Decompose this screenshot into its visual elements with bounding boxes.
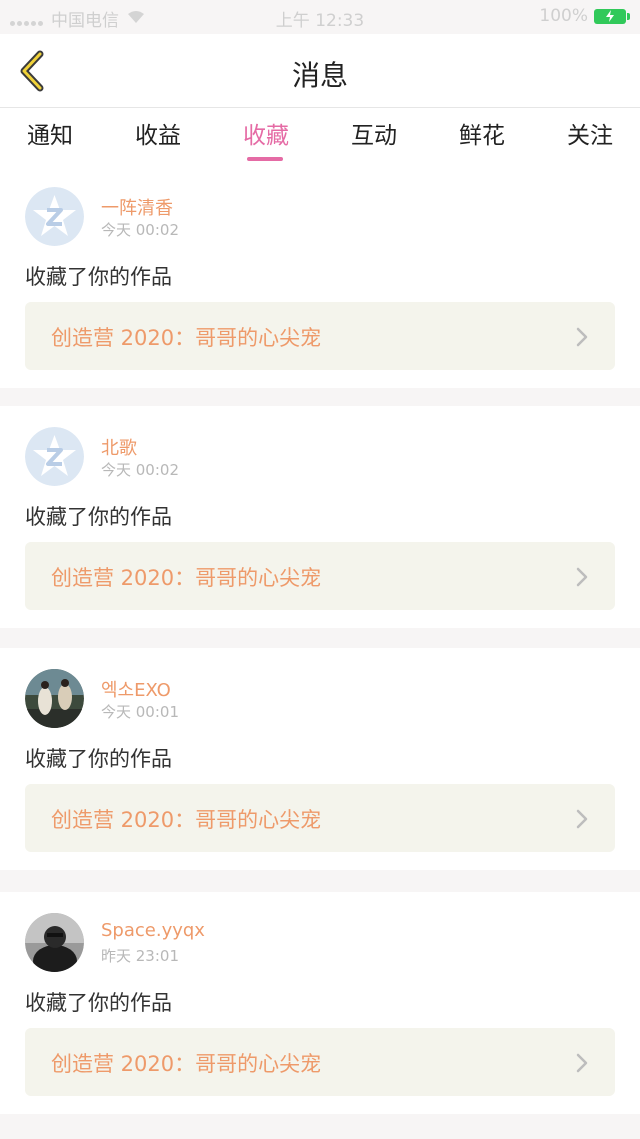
tab-flowers[interactable]: 鲜花 xyxy=(442,116,522,150)
timestamp: 今天 00:01 xyxy=(101,703,179,721)
tab-bar: 通知 收益 收藏 互动 鲜花 关注 xyxy=(0,108,640,166)
username[interactable]: 엑소EXO xyxy=(101,676,171,702)
tab-interaction[interactable]: 互动 xyxy=(334,116,414,150)
work-link[interactable]: 创造营 2020：哥哥的心尖宠 xyxy=(25,1028,615,1096)
action-text: 收藏了你的作品 xyxy=(25,747,172,771)
avatar[interactable] xyxy=(25,669,84,728)
avatar[interactable] xyxy=(25,187,84,246)
message-item: 北歌 今天 00:02 收藏了你的作品 创造营 2020：哥哥的心尖宠 xyxy=(0,406,640,628)
tab-favorites[interactable]: 收藏 xyxy=(226,116,306,161)
username[interactable]: 一阵清香 xyxy=(101,194,173,220)
work-link[interactable]: 创造营 2020：哥哥的心尖宠 xyxy=(25,542,615,610)
action-text: 收藏了你的作品 xyxy=(25,991,172,1015)
work-title: 创造营 2020：哥哥的心尖宠 xyxy=(51,1052,322,1076)
timestamp: 昨天 23:01 xyxy=(101,947,179,965)
tab-follows[interactable]: 关注 xyxy=(550,116,630,150)
avatar[interactable] xyxy=(25,427,84,486)
active-tab-indicator xyxy=(247,157,283,161)
nav-bar: 消息 xyxy=(0,34,640,108)
message-item: 엑소EXO 今天 00:01 收藏了你的作品 创造营 2020：哥哥的心尖宠 xyxy=(0,648,640,870)
action-text: 收藏了你的作品 xyxy=(25,265,172,289)
username[interactable]: 北歌 xyxy=(101,434,137,460)
chevron-right-icon xyxy=(576,327,588,347)
chevron-right-icon xyxy=(576,809,588,829)
avatar[interactable] xyxy=(25,913,84,972)
username[interactable]: Space.yyqx xyxy=(101,920,205,941)
battery-percent: 100% xyxy=(539,6,588,26)
work-title: 创造营 2020：哥哥的心尖宠 xyxy=(51,566,322,590)
battery-icon xyxy=(594,8,630,24)
message-item: 一阵清香 今天 00:02 收藏了你的作品 创造营 2020：哥哥的心尖宠 xyxy=(0,166,640,388)
chevron-right-icon xyxy=(576,1053,588,1073)
chevron-right-icon xyxy=(576,567,588,587)
tab-earnings[interactable]: 收益 xyxy=(118,116,198,150)
tab-notice[interactable]: 通知 xyxy=(10,116,90,150)
timestamp: 今天 00:02 xyxy=(101,221,179,239)
tab-favorites-label: 收藏 xyxy=(243,123,289,149)
work-link[interactable]: 创造营 2020：哥哥的心尖宠 xyxy=(25,302,615,370)
timestamp: 今天 00:02 xyxy=(101,461,179,479)
work-title: 创造营 2020：哥哥的心尖宠 xyxy=(51,326,322,350)
message-item: Space.yyqx 昨天 23:01 收藏了你的作品 创造营 2020：哥哥的… xyxy=(0,892,640,1114)
status-bar: 中国电信 上午 12:33 100% xyxy=(0,0,640,34)
page-title: 消息 xyxy=(291,59,348,92)
work-link[interactable]: 创造营 2020：哥哥的心尖宠 xyxy=(25,784,615,852)
work-title: 创造营 2020：哥哥的心尖宠 xyxy=(51,808,322,832)
status-right: 100% xyxy=(539,6,630,26)
action-text: 收藏了你的作品 xyxy=(25,505,172,529)
